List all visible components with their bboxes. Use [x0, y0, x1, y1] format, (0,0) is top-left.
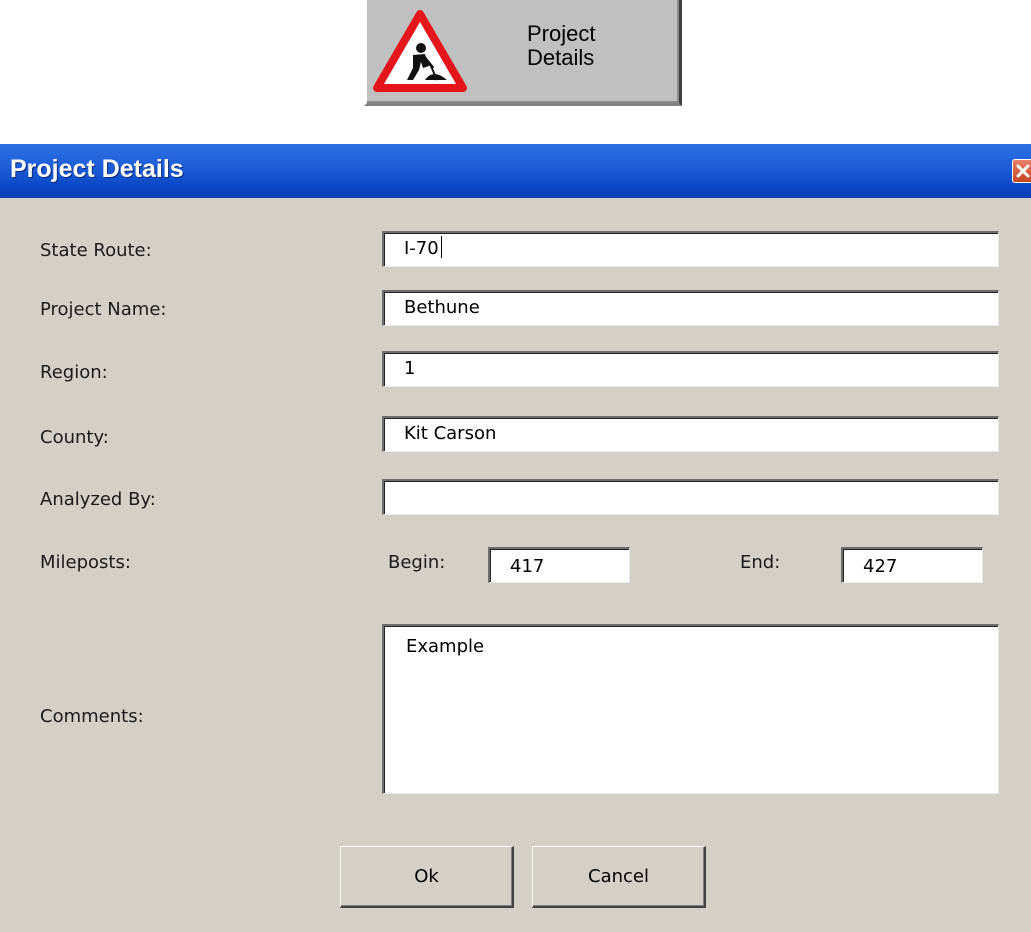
analyzed-by-label: Analyzed By:: [40, 489, 156, 510]
cancel-button[interactable]: Cancel: [532, 846, 706, 908]
text-caret: [440, 236, 442, 258]
county-field[interactable]: Kit Carson: [382, 416, 999, 452]
state-route-label: State Route:: [40, 240, 152, 261]
project-name-field[interactable]: Bethune: [382, 290, 999, 326]
county-label: County:: [40, 427, 109, 448]
close-icon: [1016, 164, 1030, 178]
comments-label: Comments:: [40, 706, 144, 727]
launcher-label: Project Details: [527, 21, 596, 70]
project-details-launcher-button[interactable]: Project Details: [364, 0, 682, 106]
begin-milepost-field[interactable]: 417: [488, 547, 630, 583]
mileposts-label: Mileposts:: [40, 552, 131, 573]
end-label: End:: [740, 552, 781, 573]
region-label: Region:: [40, 362, 108, 383]
end-milepost-field[interactable]: 427: [841, 547, 983, 583]
men-at-work-warning-icon: [373, 10, 467, 92]
close-button[interactable]: [1012, 159, 1031, 183]
dialog-title: Project Details: [10, 155, 184, 183]
comments-textarea[interactable]: Example: [382, 624, 999, 794]
project-name-label: Project Name:: [40, 299, 167, 320]
begin-label: Begin:: [388, 552, 446, 573]
title-bar[interactable]: Project Details: [0, 144, 1031, 198]
analyzed-by-field[interactable]: [382, 479, 999, 515]
ok-button[interactable]: Ok: [340, 846, 514, 908]
project-details-dialog: Project Details State Route: I-70 Projec…: [0, 144, 1031, 932]
state-route-field[interactable]: I-70: [382, 231, 999, 267]
region-field[interactable]: 1: [382, 351, 999, 387]
